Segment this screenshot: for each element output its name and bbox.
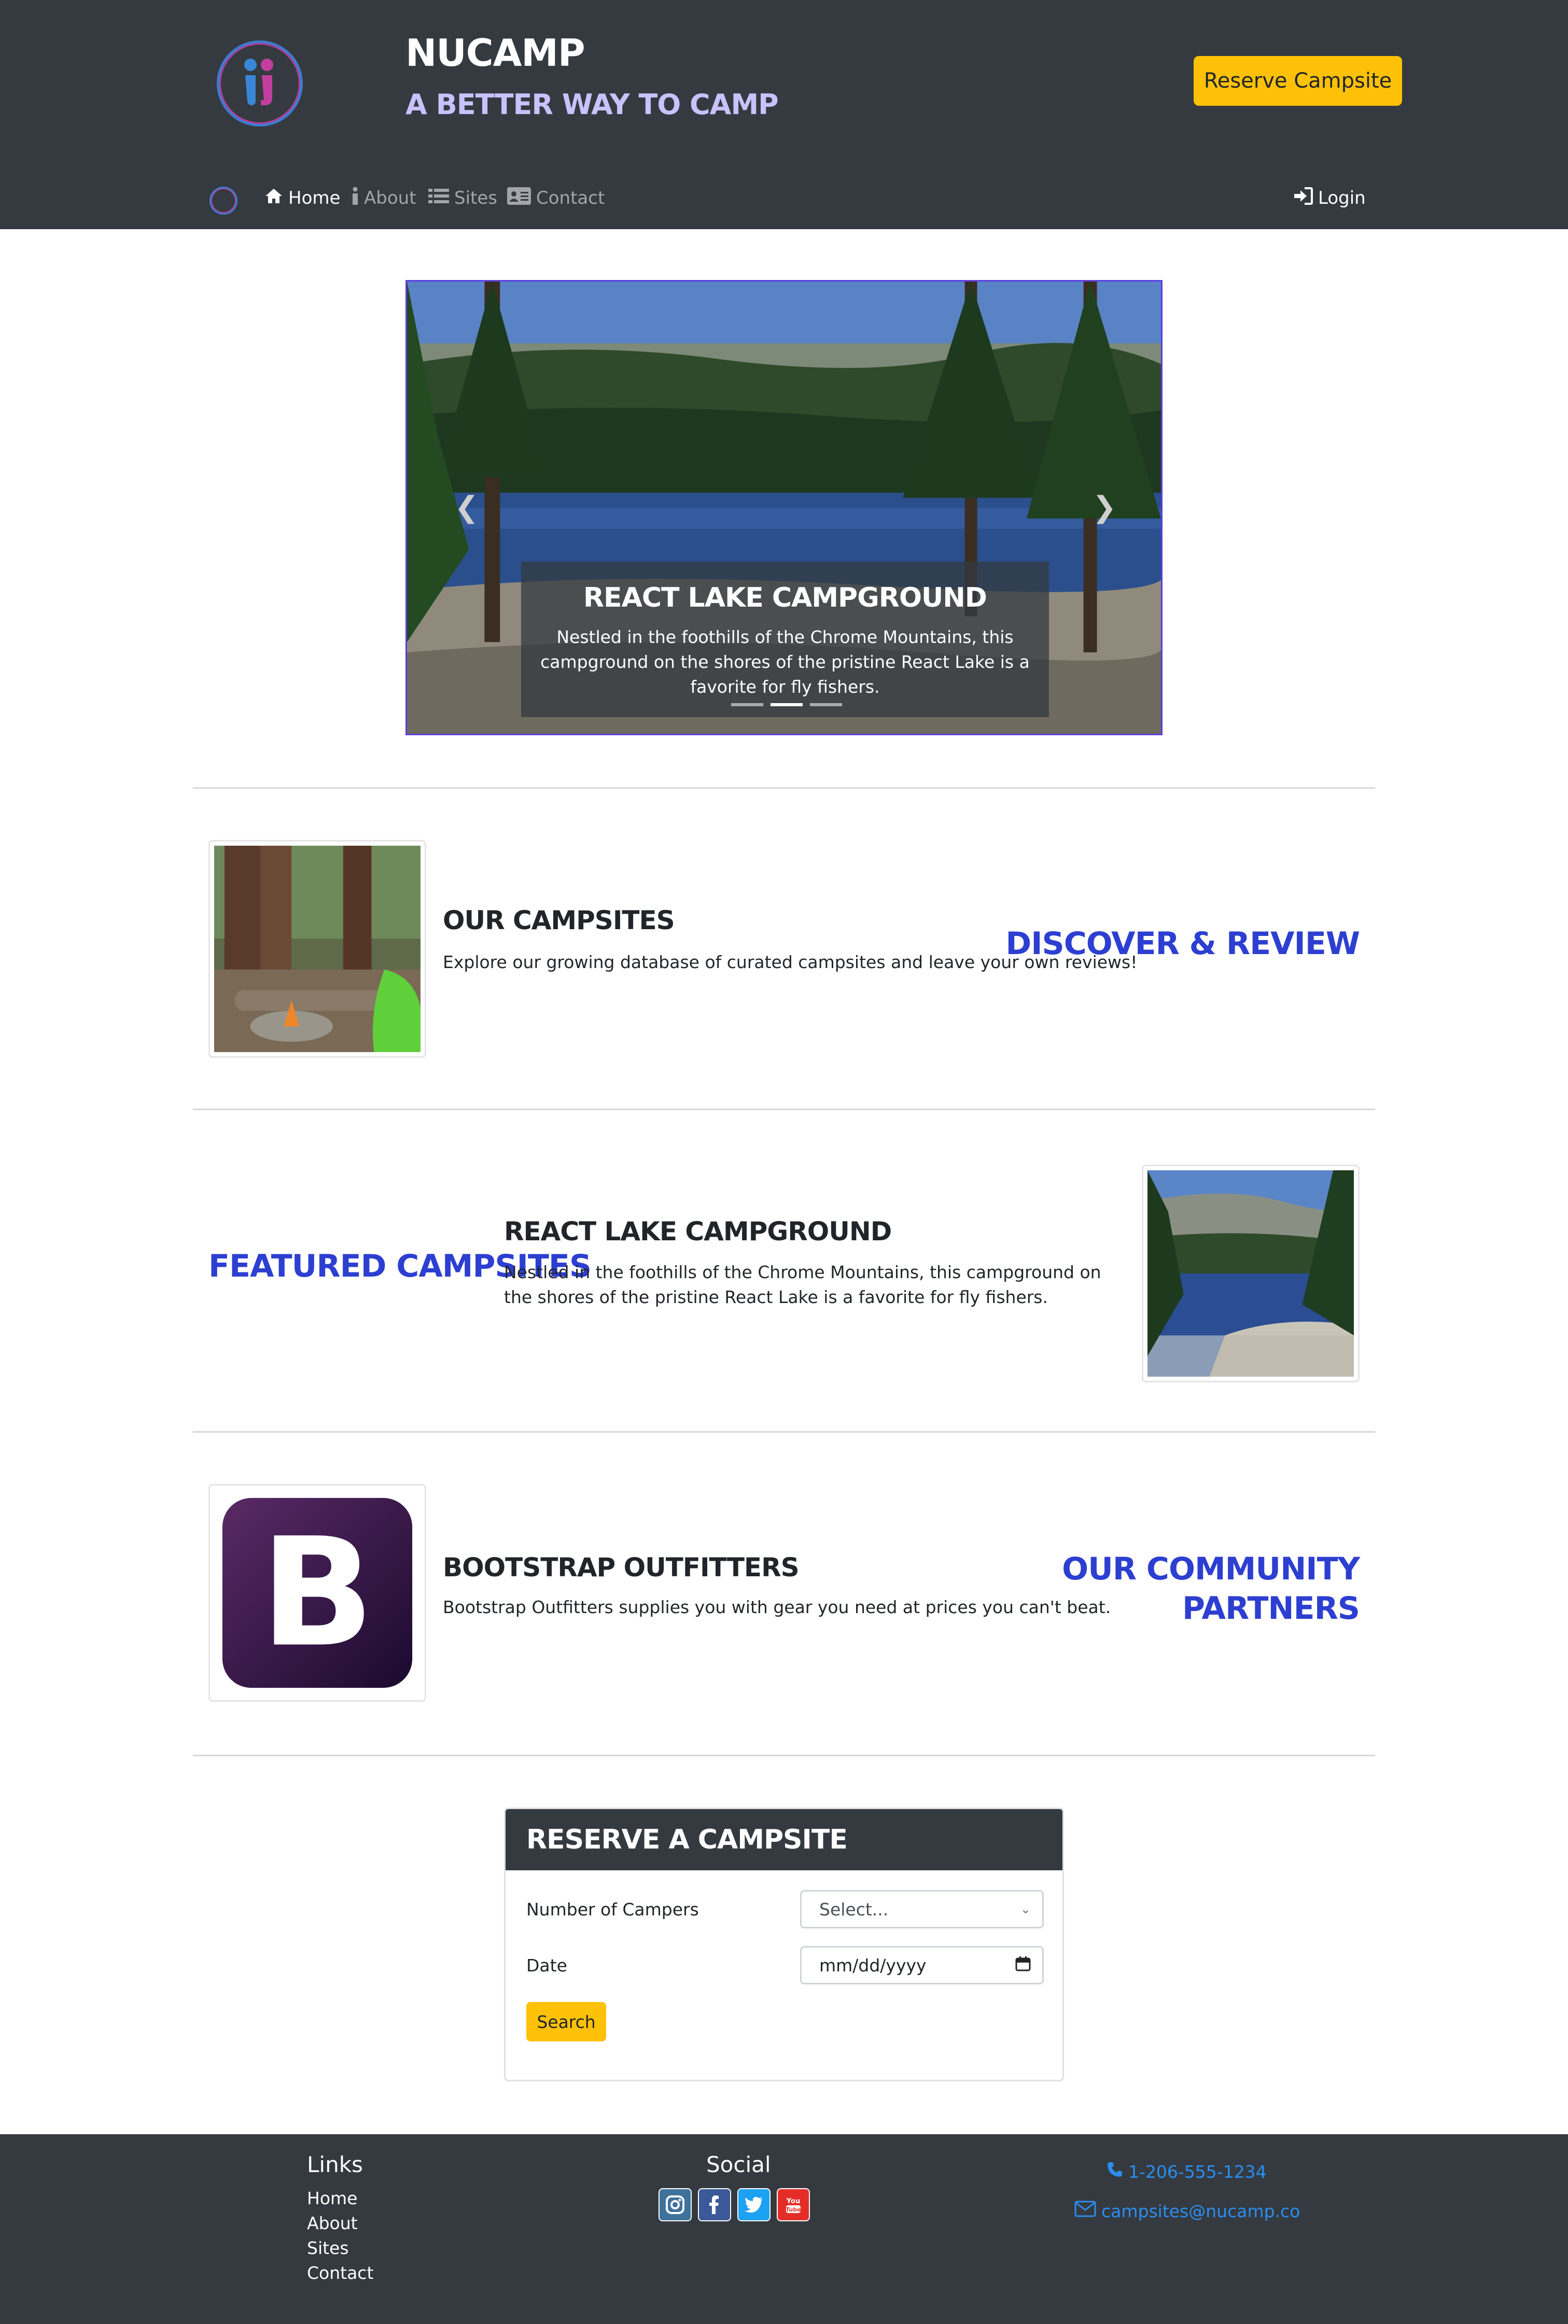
partner-title: Bootstrap Outfitters (443, 1552, 800, 1583)
twitter-icon[interactable] (737, 2188, 771, 2221)
chevron-down-icon: ⌄ (1020, 1902, 1031, 1916)
address-card-icon (507, 187, 531, 209)
campsite-thumbnail (208, 840, 426, 1058)
section-divider (193, 1431, 1375, 1433)
footer-link-about[interactable]: About (307, 2213, 358, 2233)
date-input-value: mm/dd/yyyy (819, 1955, 927, 1976)
footer-link-home[interactable]: Home (307, 2188, 357, 2208)
community-partners-line1: Our Community (1062, 1551, 1360, 1587)
reserve-card-heading: Reserve a Campsite (506, 1809, 1062, 1870)
nav-item-label: About (364, 188, 416, 208)
brand-subtitle: A Better Way to Camp (405, 88, 779, 121)
svg-text:B: B (260, 1506, 374, 1681)
campers-select-value: Select... (819, 1899, 889, 1920)
date-label: Date (526, 1955, 567, 1976)
carousel-next-icon[interactable]: ❯ (1091, 489, 1117, 525)
footer-phone: 1-206-555-1234 (1128, 2161, 1267, 2182)
campfire-photo (214, 846, 421, 1052)
carousel-caption-title: React Lake Campground (583, 582, 987, 613)
nav-item-home[interactable]: Home (264, 186, 340, 211)
facebook-icon[interactable] (698, 2188, 731, 2221)
instagram-icon[interactable] (659, 2188, 692, 2221)
phone-icon (1107, 2161, 1123, 2182)
carousel-caption: React Lake Campground Nestled in the foo… (521, 562, 1049, 717)
number-of-campers-select[interactable]: Select... ⌄ (800, 1890, 1044, 1928)
carousel-prev-icon[interactable]: ❮ (454, 489, 480, 525)
partner-thumbnail: B (208, 1484, 426, 1702)
our-campsites-title: Our Campsites (443, 905, 675, 935)
svg-text:Tube: Tube (786, 2206, 801, 2213)
svg-text:You: You (786, 2197, 800, 2205)
info-icon (352, 187, 359, 210)
carousel-caption-text: Nestled in the foothills of the Chrome M… (540, 627, 1030, 697)
navbar-brand-logo[interactable] (209, 187, 237, 215)
section-divider (193, 1109, 1375, 1110)
bootstrap-logo-icon: B (222, 1497, 413, 1688)
nucamp-logo (217, 40, 303, 127)
brand-title: NuCamp (405, 31, 585, 75)
carousel-indicator[interactable] (810, 703, 842, 706)
calendar-icon[interactable] (1015, 1955, 1031, 1976)
login-label: Login (1318, 188, 1366, 208)
carousel-indicator-active[interactable] (771, 703, 803, 706)
nav-item-label: Sites (454, 188, 497, 208)
search-button[interactable]: Search (526, 2002, 606, 2041)
number-of-campers-label: Number of Campers (526, 1899, 699, 1920)
section-divider (193, 787, 1375, 789)
youtube-icon[interactable]: You Tube (777, 2188, 810, 2221)
featured-campsite-thumbnail (1142, 1165, 1360, 1382)
footer-social-heading: Social (706, 2152, 771, 2177)
nav-item-contact[interactable]: Contact (507, 186, 605, 211)
nav-item-sites[interactable]: Sites (428, 186, 497, 211)
footer: Links Home About Sites Contact Social Yo… (0, 2134, 1568, 2324)
footer-email-link[interactable]: campsites@nucamp.co (1074, 2201, 1300, 2221)
list-icon (428, 188, 449, 209)
nav-item-label: Contact (536, 188, 605, 208)
navbar: Home About Sites Contact Login (0, 166, 1568, 229)
partner-text: Bootstrap Outfitters supplies you with g… (443, 1597, 1111, 1617)
section-divider (193, 1755, 1375, 1756)
reserve-campsite-card: Reserve a Campsite Number of Campers Sel… (504, 1808, 1064, 2081)
campsite-carousel[interactable]: ❮ ❯ React Lake Campground Nestled in the… (405, 280, 1163, 735)
community-partners-label: Our Community Partners (1062, 1549, 1360, 1628)
footer-phone-link[interactable]: 1-206-555-1234 (1107, 2161, 1267, 2182)
envelope-icon (1074, 2201, 1096, 2221)
footer-links-heading: Links (307, 2152, 363, 2177)
nav-item-about[interactable]: About (352, 186, 416, 211)
carousel-indicator[interactable] (731, 703, 763, 706)
discover-review-label: Discover & Review (1005, 926, 1360, 962)
jumbotron: NuCamp A Better Way to Camp Reserve Camp… (0, 0, 1568, 166)
featured-campsite-title: React Lake Campground (504, 1216, 892, 1247)
footer-link-sites[interactable]: Sites (307, 2238, 349, 2258)
featured-campsite-text: Nestled in the foothills of the Chrome M… (504, 1262, 1101, 1307)
home-icon (264, 188, 283, 209)
footer-link-contact[interactable]: Contact (307, 2263, 373, 2283)
community-partners-line2: Partners (1182, 1590, 1360, 1627)
login-link[interactable]: Login (1293, 186, 1366, 211)
carousel-indicators (731, 703, 842, 706)
date-input[interactable]: mm/dd/yyyy (800, 1946, 1044, 1984)
footer-email: campsites@nucamp.co (1101, 2201, 1300, 2221)
sign-in-icon (1293, 187, 1313, 209)
reserve-campsite-button[interactable]: Reserve Campsite (1194, 56, 1402, 106)
logo-figures-icon (244, 59, 273, 105)
nav-item-label: Home (288, 188, 341, 208)
lake-photo (1147, 1170, 1354, 1377)
